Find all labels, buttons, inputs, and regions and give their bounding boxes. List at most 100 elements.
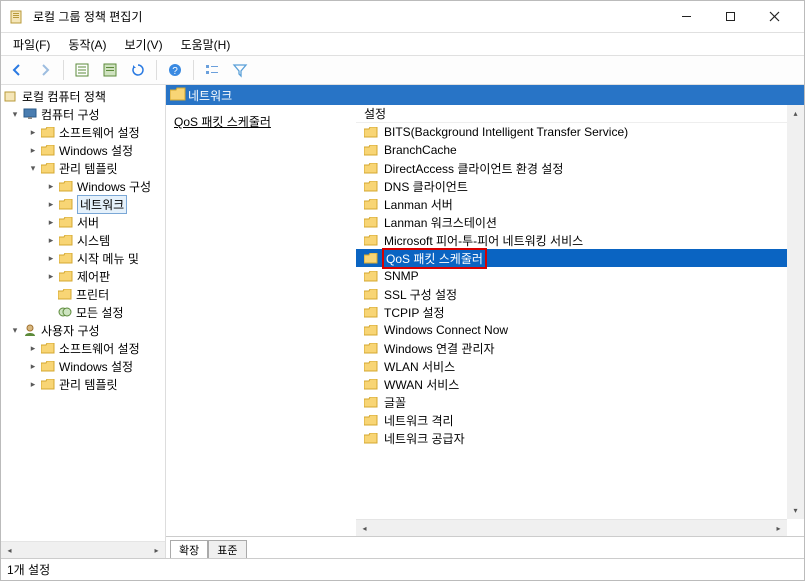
- menu-file[interactable]: 파일(F): [5, 34, 58, 55]
- expand-icon[interactable]: ▸: [27, 126, 39, 138]
- tree-label: 프린터: [76, 286, 109, 303]
- list-item[interactable]: QoS 패킷 스케줄러: [356, 249, 804, 267]
- expand-icon[interactable]: ▸: [27, 360, 39, 372]
- app-window: 로컬 그룹 정책 편집기 파일(F) 동작(A) 보기(V) 도움말(H) ?: [0, 0, 805, 581]
- menu-help[interactable]: 도움말(H): [173, 34, 239, 55]
- folder-icon: [58, 179, 74, 193]
- expand-icon[interactable]: ▸: [45, 198, 57, 210]
- properties-button[interactable]: [98, 58, 122, 82]
- list-item[interactable]: 네트워크 격리: [356, 411, 804, 429]
- list-hscroll[interactable]: ◂ ▸: [356, 519, 787, 536]
- tab-standard[interactable]: 표준: [208, 540, 246, 558]
- folder-icon: [364, 125, 380, 139]
- scroll-left-icon[interactable]: ◂: [356, 520, 373, 537]
- tree-admin-allsettings[interactable]: 모든 설정: [1, 303, 165, 321]
- tree-label: 네트워크: [77, 195, 127, 214]
- list-item[interactable]: TCPIP 설정: [356, 303, 804, 321]
- back-button[interactable]: [5, 58, 29, 82]
- list-item[interactable]: SSL 구성 설정: [356, 285, 804, 303]
- expand-icon[interactable]: ▸: [45, 252, 57, 264]
- list-item[interactable]: Windows 연결 관리자: [356, 339, 804, 357]
- list-item[interactable]: SNMP: [356, 267, 804, 285]
- policy-tree[interactable]: 로컬 컴퓨터 정책 ▾ 컴퓨터 구성 ▸ 소프트웨어 설정 ▸ Windows …: [1, 85, 165, 541]
- expand-icon[interactable]: ▸: [45, 234, 57, 246]
- tab-extended[interactable]: 확장: [170, 540, 208, 558]
- settings-list[interactable]: 설정BITS(Background Intelligent Transfer S…: [356, 105, 804, 536]
- tree-admin-system[interactable]: ▸ 시스템: [1, 231, 165, 249]
- tree-admin-controlpanel[interactable]: ▸ 제어판: [1, 267, 165, 285]
- filter-button[interactable]: [228, 58, 252, 82]
- list-vscroll[interactable]: ▴ ▾: [787, 105, 804, 519]
- list-item[interactable]: 글꼴: [356, 393, 804, 411]
- collapse-icon[interactable]: ▾: [9, 324, 21, 336]
- expand-icon[interactable]: ▸: [27, 144, 39, 156]
- tree-admin-startmenu[interactable]: ▸ 시작 메뉴 및: [1, 249, 165, 267]
- tree-label: 관리 템플릿: [59, 160, 118, 177]
- scroll-right-icon[interactable]: ▸: [770, 520, 787, 537]
- tree-label: 제어판: [77, 268, 110, 285]
- tree-label: 시작 메뉴 및: [77, 250, 139, 267]
- tree-hscroll[interactable]: ◂ ▸: [1, 541, 165, 558]
- list-item[interactable]: WLAN 서비스: [356, 357, 804, 375]
- collapse-icon[interactable]: ▾: [9, 108, 21, 120]
- close-button[interactable]: [752, 2, 796, 32]
- scroll-down-icon[interactable]: ▾: [787, 502, 804, 519]
- details-pane: 네트워크 QoS 패킷 스케줄러 설정BITS(Background Intel…: [166, 85, 804, 558]
- folder-icon: [364, 377, 380, 391]
- expand-icon[interactable]: ▸: [27, 378, 39, 390]
- list-item[interactable]: DNS 클라이언트: [356, 177, 804, 195]
- expand-icon[interactable]: ▸: [45, 216, 57, 228]
- list-item[interactable]: BranchCache: [356, 141, 804, 159]
- tree-label: 소프트웨어 설정: [59, 340, 140, 357]
- list-item-label: Windows 연결 관리자: [384, 340, 495, 357]
- help-button[interactable]: ?: [163, 58, 187, 82]
- expand-icon[interactable]: ▸: [27, 342, 39, 354]
- forward-button[interactable]: [33, 58, 57, 82]
- tree-computer[interactable]: ▾ 컴퓨터 구성: [1, 105, 165, 123]
- list-item[interactable]: Lanman 워크스테이션: [356, 213, 804, 231]
- list-item[interactable]: Windows Connect Now: [356, 321, 804, 339]
- tree-win-settings[interactable]: ▸ Windows 설정: [1, 141, 165, 159]
- list-item-label: Windows Connect Now: [384, 323, 508, 337]
- list-wrap: 설정BITS(Background Intelligent Transfer S…: [356, 105, 804, 536]
- menu-action[interactable]: 동작(A): [60, 34, 114, 55]
- list-item[interactable]: WWAN 서비스: [356, 375, 804, 393]
- tree-admin-server[interactable]: ▸ 서버: [1, 213, 165, 231]
- list-item[interactable]: Lanman 서버: [356, 195, 804, 213]
- tree-sw-settings[interactable]: ▸ 소프트웨어 설정: [1, 123, 165, 141]
- tree-admin-templates[interactable]: ▾ 관리 템플릿: [1, 159, 165, 177]
- collapse-icon[interactable]: ▾: [27, 162, 39, 174]
- folder-icon: [364, 197, 380, 211]
- expand-icon[interactable]: ▸: [45, 270, 57, 282]
- scroll-right-icon[interactable]: ▸: [148, 542, 165, 559]
- list-item[interactable]: DirectAccess 클라이언트 환경 설정: [356, 159, 804, 177]
- tree-admin-printer[interactable]: 프린터: [1, 285, 165, 303]
- tree-user[interactable]: ▾ 사용자 구성: [1, 321, 165, 339]
- tree-user-admin[interactable]: ▸ 관리 템플릿: [1, 375, 165, 393]
- scroll-left-icon[interactable]: ◂: [1, 542, 18, 559]
- expand-icon[interactable]: ▸: [45, 180, 57, 192]
- maximize-button[interactable]: [708, 2, 752, 32]
- column-header-setting[interactable]: 설정: [356, 105, 804, 123]
- tree-admin-windows[interactable]: ▸ Windows 구성: [1, 177, 165, 195]
- tree-root[interactable]: 로컬 컴퓨터 정책: [1, 87, 165, 105]
- details-button[interactable]: [70, 58, 94, 82]
- folder-icon: [364, 305, 380, 319]
- views-button[interactable]: [200, 58, 224, 82]
- tree-admin-network[interactable]: ▸ 네트워크: [1, 195, 165, 213]
- refresh-button[interactable]: [126, 58, 150, 82]
- folder-icon: [364, 431, 380, 445]
- tree-user-sw[interactable]: ▸ 소프트웨어 설정: [1, 339, 165, 357]
- list-item-label: 글꼴: [384, 394, 406, 411]
- folder-icon: [364, 233, 380, 247]
- list-item[interactable]: Microsoft 피어-투-피어 네트워킹 서비스: [356, 231, 804, 249]
- menu-view[interactable]: 보기(V): [116, 34, 170, 55]
- tree-label: 컴퓨터 구성: [41, 106, 100, 123]
- list-item[interactable]: BITS(Background Intelligent Transfer Ser…: [356, 123, 804, 141]
- list-item[interactable]: 네트워크 공급자: [356, 429, 804, 447]
- tree-user-win[interactable]: ▸ Windows 설정: [1, 357, 165, 375]
- pane-header: 네트워크: [166, 85, 804, 105]
- scroll-up-icon[interactable]: ▴: [787, 105, 804, 122]
- minimize-button[interactable]: [664, 2, 708, 32]
- app-icon: [9, 9, 25, 25]
